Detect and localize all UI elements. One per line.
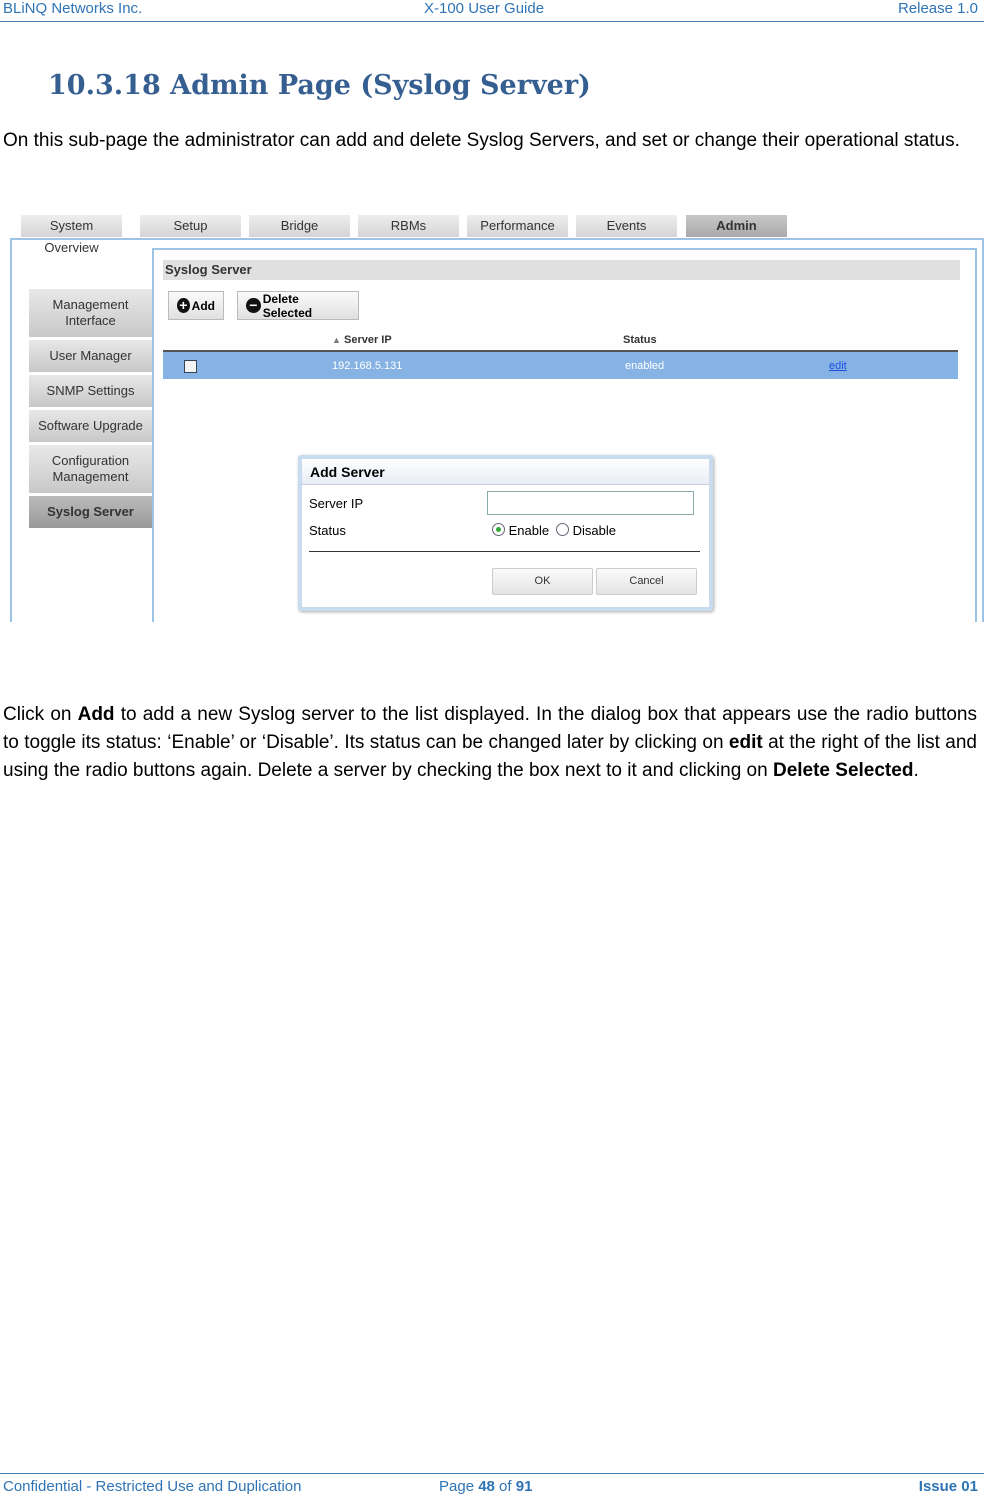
section-title: 10.3.18 Admin Page (Syslog Server) xyxy=(48,70,591,101)
sidebar-item-management-interface[interactable]: Management Interface xyxy=(29,289,152,337)
plus-icon: + xyxy=(177,298,190,313)
sidebar-item-software-upgrade[interactable]: Software Upgrade xyxy=(29,410,152,442)
header-company: BLiNQ Networks Inc. xyxy=(3,0,143,17)
row-checkbox[interactable] xyxy=(184,360,197,373)
footer-issue: Issue 01 xyxy=(918,1478,978,1495)
total: 91 xyxy=(515,1478,533,1495)
sidebar-item-label: Syslog Server xyxy=(47,504,134,519)
body-paragraph: Click on Add to add a new Syslog server … xyxy=(3,701,977,785)
sidebar-item-label: Configuration Management xyxy=(51,453,130,484)
sidebar-item-snmp-settings[interactable]: SNMP Settings xyxy=(29,375,152,407)
enable-label: Enable xyxy=(508,523,550,538)
bold-edit: edit xyxy=(728,732,763,753)
add-label: Add xyxy=(191,298,215,313)
delete-selected-button[interactable]: − Delete Selected xyxy=(237,291,359,320)
add-button[interactable]: + Add xyxy=(168,291,224,320)
text: Page xyxy=(439,1478,479,1495)
panel-title: Syslog Server xyxy=(163,260,960,280)
disable-radio[interactable]: Disable xyxy=(556,523,616,538)
intro-paragraph: On this sub-page the administrator can a… xyxy=(3,130,960,151)
bold-add: Add xyxy=(77,704,115,725)
page: 48 xyxy=(478,1478,495,1495)
sidebar-item-label: Management Interface xyxy=(52,297,129,328)
footer-page-number: Page 48 of 91 xyxy=(439,1478,532,1495)
column-header-server-ip[interactable]: ▲ Server IP xyxy=(332,334,392,346)
column-label: Server IP xyxy=(343,334,392,346)
cancel-button[interactable]: Cancel xyxy=(596,568,697,595)
dialog-divider xyxy=(309,551,700,552)
sort-up-icon: ▲ xyxy=(332,335,341,345)
sidebar-item-configuration-management[interactable]: Configuration Management xyxy=(29,445,152,493)
sidebar-item-user-manager[interactable]: User Manager xyxy=(29,340,152,372)
tab-system-overview[interactable]: System Overview xyxy=(21,215,122,255)
row-edit-link[interactable]: edit xyxy=(829,360,847,372)
delete-label: Delete Selected xyxy=(262,291,313,320)
header-rule xyxy=(0,21,984,22)
sidebar-item-label: SNMP Settings xyxy=(46,383,135,398)
add-server-dialog: Add Server Server IP Status Enable Disab… xyxy=(298,455,713,611)
column-header-status[interactable]: Status xyxy=(623,334,657,346)
tab-bridge[interactable]: Bridge xyxy=(249,215,350,237)
radio-empty-icon xyxy=(556,523,569,536)
minus-icon: − xyxy=(246,298,261,313)
ok-button[interactable]: OK xyxy=(492,568,593,595)
row-status: enabled xyxy=(625,360,665,372)
tab-events[interactable]: Events xyxy=(576,215,677,237)
footer-rule xyxy=(0,1473,984,1474)
server-ip-label: Server IP xyxy=(309,496,364,511)
disable-label: Disable xyxy=(572,523,616,538)
header-doc-title: X-100 User Guide xyxy=(424,0,545,17)
status-label: Status xyxy=(309,523,346,538)
sidebar-item-syslog-server[interactable]: Syslog Server xyxy=(29,496,152,528)
enable-radio[interactable]: Enable xyxy=(492,523,549,538)
tab-admin[interactable]: Admin xyxy=(686,215,787,237)
text: Click on xyxy=(3,704,78,725)
sidebar-item-label: Software Upgrade xyxy=(38,418,143,433)
bold-delete-selected: Delete Selected xyxy=(772,760,914,781)
sidebar-item-label: User Manager xyxy=(49,348,132,363)
text: of xyxy=(494,1478,516,1495)
footer-confidential: Confidential - Restricted Use and Duplic… xyxy=(3,1478,302,1495)
radio-selected-icon xyxy=(492,523,505,536)
row-server-ip: 192.168.5.131 xyxy=(332,360,403,372)
table-row[interactable]: 192.168.5.131 enabled edit xyxy=(163,352,958,379)
header-release: Release 1.0 xyxy=(897,0,978,17)
text: . xyxy=(913,760,919,781)
tab-performance[interactable]: Performance xyxy=(467,215,568,237)
tab-setup[interactable]: Setup xyxy=(140,215,241,237)
tab-rbms[interactable]: RBMs xyxy=(358,215,459,237)
dialog-title: Add Server xyxy=(302,459,709,485)
server-ip-input[interactable] xyxy=(487,491,694,515)
